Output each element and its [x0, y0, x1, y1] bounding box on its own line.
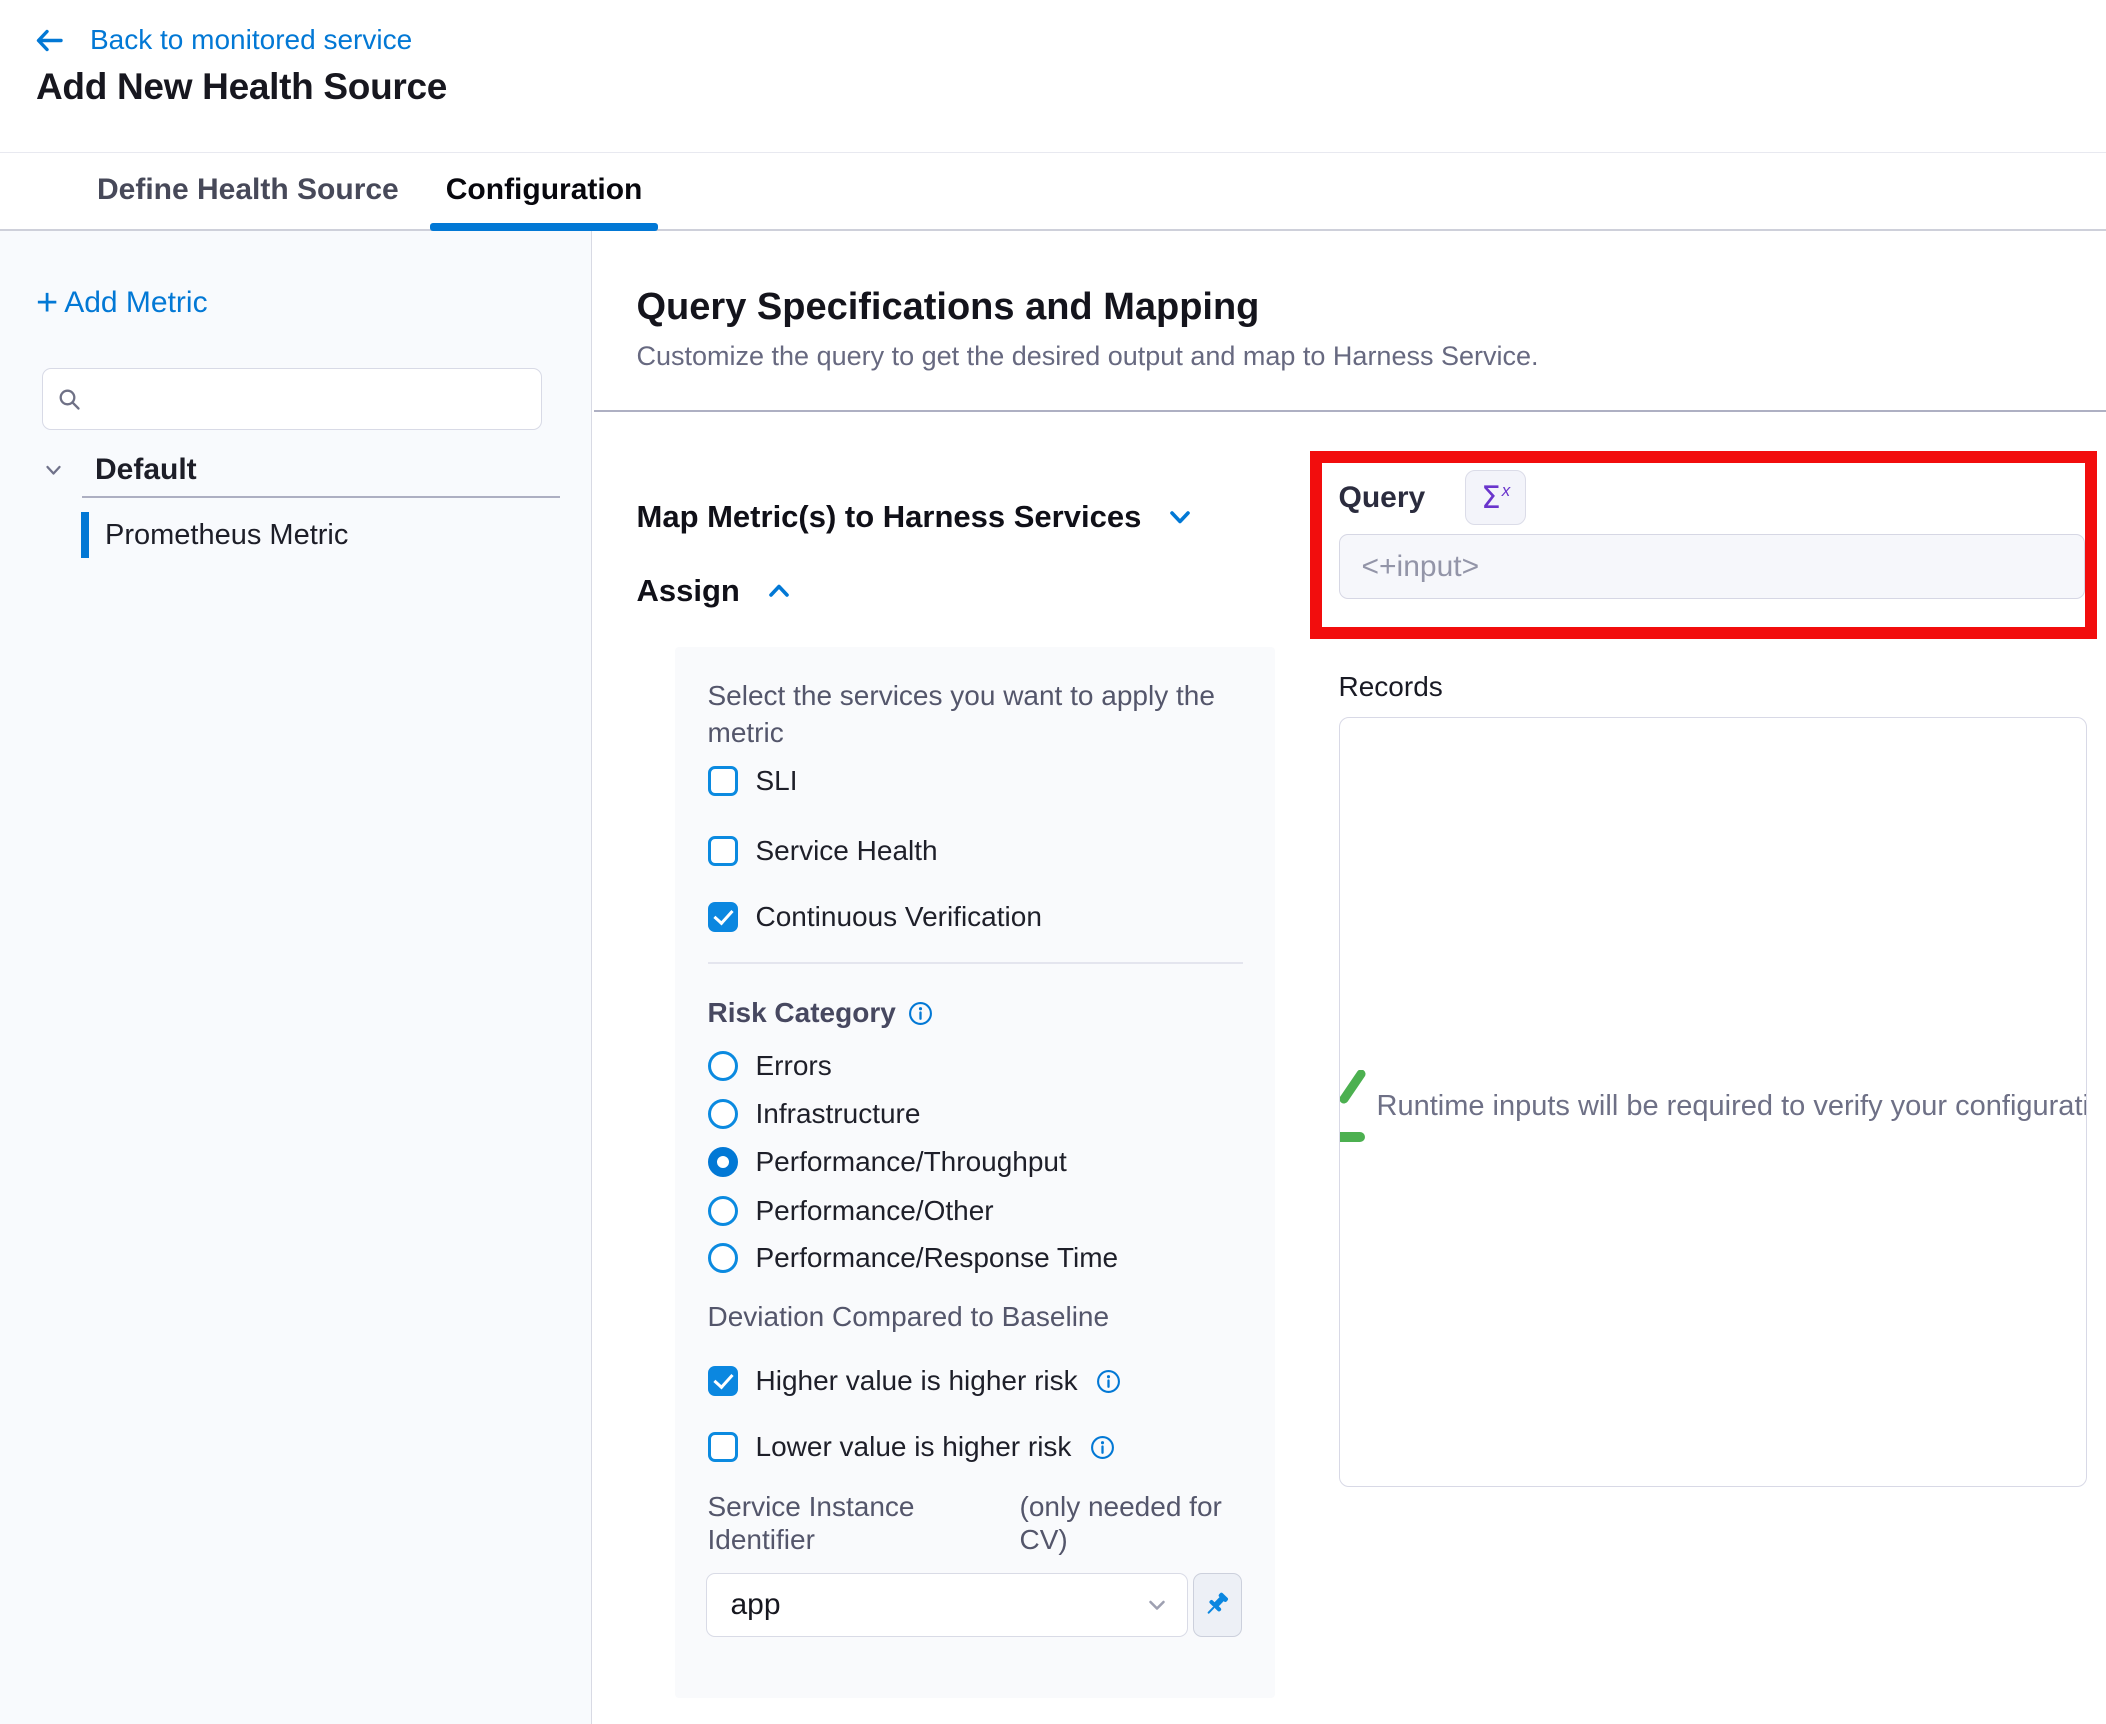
checkbox-option-sli[interactable]: SLI [708, 765, 798, 797]
back-link-label: Back to monitored service [90, 24, 412, 56]
query-input[interactable] [1339, 534, 2085, 599]
service-instance-select[interactable]: app [706, 1573, 1188, 1637]
assign-label: Assign [637, 573, 740, 609]
runtime-input-pencil-icon [1339, 1070, 1371, 1150]
option-label: Performance/Other [756, 1195, 994, 1227]
pin-icon [1203, 1591, 1231, 1619]
chevron-down-icon [1145, 1593, 1169, 1617]
back-arrow-icon [34, 27, 64, 54]
info-icon[interactable] [908, 1000, 934, 1026]
add-metric-label: Add Metric [64, 286, 207, 320]
search-icon [57, 387, 82, 412]
query-header: Query Σx [1339, 470, 1527, 525]
expression-sigma-button[interactable]: Σx [1465, 470, 1526, 525]
option-label: Performance/Throughput [756, 1146, 1067, 1178]
radio-option-performance-throughput[interactable]: Performance/Throughput [708, 1146, 1067, 1178]
sigma-icon: Σ [1481, 480, 1501, 516]
option-label: Performance/Response Time [756, 1242, 1119, 1274]
sigma-sup: x [1502, 482, 1511, 499]
info-icon[interactable] [1096, 1368, 1122, 1394]
option-label: Service Health [756, 835, 938, 867]
service-instance-label: Service Instance Identifier [708, 1490, 958, 1556]
radio-option-performance-other[interactable]: Performance/Other [708, 1195, 994, 1227]
chevron-down-icon [1167, 504, 1193, 530]
assign-panel: Select the services you want to apply th… [675, 647, 1275, 1698]
checkbox-option-continuous-verification[interactable]: Continuous Verification [708, 901, 1042, 933]
metric-group-label: Default [95, 453, 197, 487]
deviation-label: Deviation Compared to Baseline [708, 1301, 1110, 1333]
tab-configuration[interactable]: Configuration [446, 153, 643, 229]
query-label: Query [1339, 481, 1426, 515]
option-label: Lower value is higher risk [756, 1431, 1072, 1463]
option-label: Errors [756, 1050, 832, 1082]
services-prompt: Select the services you want to apply th… [708, 677, 1228, 751]
checkbox-option-higher-value-is-higher-risk[interactable]: Higher value is higher risk [708, 1365, 1122, 1397]
metric-item-label: Prometheus Metric [105, 519, 348, 552]
checkbox-option-lower-value-is-higher-risk[interactable]: Lower value is higher risk [708, 1431, 1116, 1463]
assign-toggle[interactable]: Assign [637, 573, 792, 609]
search-input[interactable] [94, 382, 527, 416]
risk-category-header: Risk Category [708, 997, 934, 1029]
selected-indicator [81, 512, 89, 558]
map-metrics-toggle[interactable]: Map Metric(s) to Harness Services [637, 499, 1194, 535]
radio-unselected-icon[interactable] [708, 1051, 738, 1081]
risk-category-label: Risk Category [708, 997, 896, 1029]
radio-unselected-icon[interactable] [708, 1243, 738, 1273]
page: Back to monitored service Add New Health… [0, 0, 2106, 1724]
radio-option-errors[interactable]: Errors [708, 1050, 832, 1082]
main-content: Query Specifications and Mapping Customi… [594, 231, 2106, 1724]
chevron-down-icon [42, 459, 65, 482]
group-divider [82, 496, 560, 498]
section-title: Query Specifications and Mapping [637, 286, 1260, 329]
sidebar-item-prometheus-metric[interactable]: Prometheus Metric [81, 512, 348, 558]
runtime-message: Runtime inputs will be required to verif… [1377, 1086, 2087, 1126]
panel-divider [708, 962, 1243, 964]
checkbox-checked-icon[interactable] [708, 1366, 738, 1396]
chevron-up-icon [766, 578, 792, 604]
service-instance-note: (only needed for CV) [1020, 1490, 1240, 1556]
option-label: Continuous Verification [756, 901, 1042, 933]
service-instance-value: app [731, 1588, 1145, 1622]
records-box: Runtime inputs will be required to verif… [1339, 717, 2087, 1487]
plus-icon: + [36, 288, 58, 318]
sidebar: + Add Metric Default Prometheus Metric [0, 231, 592, 1724]
checkbox-checked-icon[interactable] [708, 902, 738, 932]
metric-search-box [42, 368, 542, 430]
option-label: Higher value is higher risk [756, 1365, 1078, 1397]
radio-unselected-icon[interactable] [708, 1196, 738, 1226]
add-metric-button[interactable]: + Add Metric [36, 286, 208, 320]
back-link[interactable]: Back to monitored service [34, 24, 412, 56]
records-label: Records [1339, 671, 1443, 703]
radio-selected-icon[interactable] [708, 1147, 738, 1177]
map-metrics-label: Map Metric(s) to Harness Services [637, 499, 1142, 535]
metric-group-default[interactable]: Default [42, 453, 197, 487]
checkbox-option-service-health[interactable]: Service Health [708, 835, 938, 867]
radio-option-performance-response-time[interactable]: Performance/Response Time [708, 1242, 1119, 1274]
pin-button[interactable] [1193, 1573, 1242, 1637]
query-section: Query Σx [1310, 451, 2097, 639]
tab-define-health-source[interactable]: Define Health Source [97, 153, 399, 229]
info-icon[interactable] [1089, 1434, 1115, 1460]
checkbox-unchecked-icon[interactable] [708, 836, 738, 866]
section-subtitle: Customize the query to get the desired o… [637, 341, 1539, 372]
header: Back to monitored service Add New Health… [0, 0, 2106, 152]
radio-unselected-icon[interactable] [708, 1099, 738, 1129]
radio-option-infrastructure[interactable]: Infrastructure [708, 1098, 921, 1130]
option-label: SLI [756, 765, 798, 797]
option-label: Infrastructure [756, 1098, 921, 1130]
page-title: Add New Health Source [36, 66, 447, 108]
section-divider [594, 410, 2106, 412]
tab-bar: Define Health Source Configuration [0, 152, 2106, 231]
checkbox-unchecked-icon[interactable] [708, 1432, 738, 1462]
checkbox-unchecked-icon[interactable] [708, 766, 738, 796]
